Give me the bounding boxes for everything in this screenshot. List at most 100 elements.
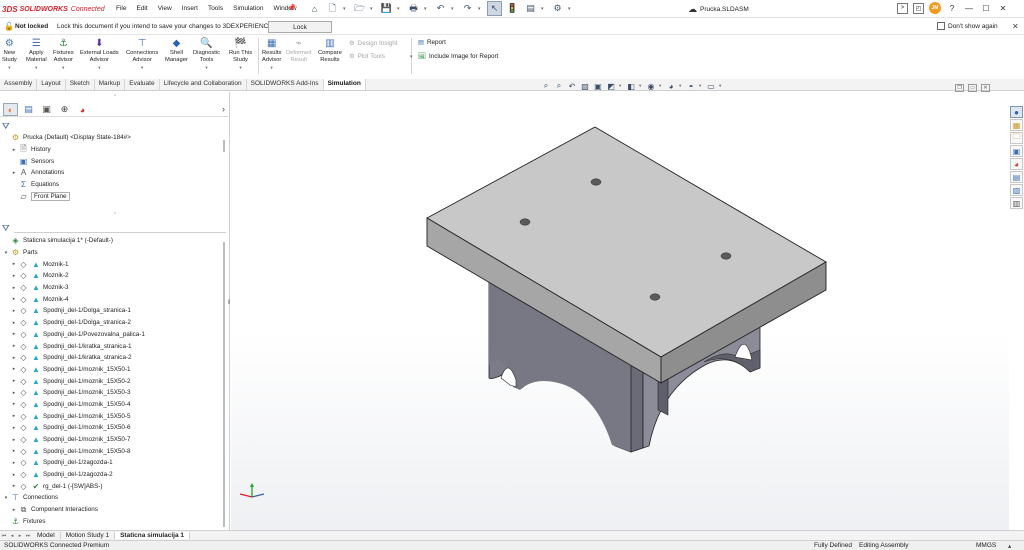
view-orientation-icon[interactable]: ◩ (606, 82, 616, 91)
dropdown-arrow-icon[interactable]: ▾ (205, 64, 207, 71)
dropdown-arrow-icon[interactable]: ▾ (271, 64, 273, 71)
help-icon[interactable]: ? (946, 4, 958, 13)
minimize-icon[interactable]: — (963, 4, 975, 13)
tab-evaluate[interactable]: Evaluate (125, 79, 160, 90)
expand-arrow-icon[interactable]: ▸ (10, 331, 18, 337)
tree-filter-field[interactable] (14, 223, 226, 233)
feature-manager-tab-icon[interactable]: ◐ (3, 103, 18, 116)
viewport-close-icon[interactable]: ✕ (981, 84, 990, 92)
expand-arrow-icon[interactable]: ▸ (10, 425, 18, 431)
tab-markup[interactable]: Markup (95, 79, 126, 90)
design-library-icon[interactable]: ▦ (1010, 119, 1023, 131)
dropdown-arrow-icon[interactable]: ▾ (424, 1, 430, 16)
tab-assembly[interactable]: Assembly (0, 79, 38, 90)
expand-arrow-icon[interactable]: ▸ (10, 285, 18, 291)
dropdown-arrow-icon[interactable]: ▾ (239, 64, 241, 71)
sim-fixtures-folder[interactable]: ⚓ Fixtures (0, 516, 225, 528)
sim-part-item[interactable]: ▸ ◇ ▲ Spodnji_del-1/moznik_15X50-3 (0, 387, 225, 399)
compare-results-button[interactable]: ▥ Compare Results (318, 37, 342, 64)
first-tab-icon[interactable]: ⏮ (0, 533, 8, 539)
dropdown-arrow-icon[interactable]: ▾ (639, 83, 643, 89)
sim-part-item[interactable]: ▸ ◇ ▲ Spodnji_del-1/moznik_15X50-4 (0, 399, 225, 411)
zoom-to-fit-icon[interactable]: ⌕ (541, 81, 551, 91)
design-insight-button[interactable]: ⚙ Design Insight (349, 40, 398, 47)
expand-arrow-icon[interactable]: ▾ (2, 495, 10, 501)
graphics-area[interactable] (231, 92, 1009, 530)
solidworks-logo[interactable]: 3DS SOLIDWORKS Connected (2, 3, 105, 15)
expand-arrow-icon[interactable]: ▸ (10, 261, 18, 267)
previous-view-icon[interactable]: ↶ (567, 82, 577, 91)
assembly-model[interactable] (231, 92, 1009, 530)
dropdown-arrow-icon[interactable]: ▾ (343, 1, 349, 16)
forum-icon[interactable]: ▧ (1010, 184, 1023, 196)
diagnostic-tools-button[interactable]: 🔍 Diagnostic Tools ▾ (193, 37, 220, 71)
dropdown-arrow-icon[interactable]: ▾ (619, 83, 623, 89)
tree-item-front-plane[interactable]: ▱ Front Plane (0, 190, 225, 202)
sim-filter-icon[interactable]: ⛛ (2, 223, 10, 233)
dynamic-annotation-icon[interactable]: ▣ (593, 82, 603, 91)
expand-arrow-icon[interactable]: ▸ (10, 448, 18, 454)
sim-component-interactions[interactable]: ▸ ⧉ Component Interactions (0, 504, 225, 516)
filter-icon[interactable]: ⛛ (2, 121, 10, 131)
sim-study-root[interactable]: ◈ Staticna simulacija 1* (-Default-) (0, 235, 225, 247)
bottom-tab-staticna-simulacija-1[interactable]: Staticna simulacija 1 (115, 532, 191, 539)
expand-arrow-icon[interactable]: ▸ (10, 378, 18, 384)
sim-part-item[interactable]: ▸ ◇ ▲ Moznik-3 (0, 282, 225, 294)
bottom-tab-model[interactable]: Model (32, 532, 61, 539)
print-icon[interactable]: 🖶 (406, 1, 421, 16)
dropdown-arrow-icon[interactable]: ▾ (141, 64, 143, 71)
avatar[interactable]: JM (929, 2, 941, 14)
lock-button[interactable]: Lock (268, 21, 332, 33)
tab-solidworks-add-ins[interactable]: SOLIDWORKS Add-Ins (247, 79, 324, 90)
solidworks-resources-icon[interactable]: ● (1010, 106, 1023, 118)
sim-tree-scrollbar[interactable] (223, 242, 225, 527)
last-tab-icon[interactable]: ⏭ (24, 533, 32, 539)
tree-splitter[interactable]: ⌃ (0, 211, 230, 219)
connections-advisor-button[interactable]: ⊤ Connections Advisor ▾ (126, 37, 158, 71)
sim-part-item[interactable]: ▸ ◇ ▲ Spodnji_del-1/moznik_15X50-1 (0, 364, 225, 376)
expand-panel-icon[interactable]: › (222, 104, 225, 114)
expand-arrow-icon[interactable]: ▸ (10, 170, 18, 176)
sim-part-item[interactable]: ▸ ◇ ▲ Spodnji_del-1/Povezovalna_palica-1 (0, 329, 225, 341)
save-icon[interactable]: 💾 (379, 1, 394, 16)
expand-arrow-icon[interactable]: ▸ (10, 483, 18, 489)
command-prompt-icon[interactable]: > (897, 2, 908, 14)
sim-part-item[interactable]: ▸ ◇ ▲ Spodnji_del-1/moznik_15X50-8 (0, 445, 225, 457)
expand-arrow-icon[interactable]: ▸ (10, 147, 18, 153)
section-view-icon[interactable]: ▧ (580, 82, 590, 91)
sim-part-item[interactable]: ▸ ◇ ▲ Spodnji_del-1/moznik_15X50-7 (0, 434, 225, 446)
tab-simulation[interactable]: Simulation (323, 79, 366, 90)
dropdown-arrow-icon[interactable]: ▾ (719, 83, 723, 89)
shell-manager-button[interactable]: ◆ Shell Manager (165, 37, 188, 64)
dropdown-arrow-icon[interactable]: ▾ (451, 1, 457, 16)
sim-part-item[interactable]: ▸ ◇ ▲ Spodnji_del-1/zagozda-2 (0, 469, 225, 481)
expand-arrow-icon[interactable]: ▸ (10, 308, 18, 314)
tree-item-history[interactable]: ▸ 🗎 History (0, 144, 225, 156)
hide-show-icon[interactable]: ◉ (646, 82, 656, 91)
custom-properties-icon[interactable]: ▤ (1010, 171, 1023, 183)
home-icon[interactable]: ⌂ (307, 1, 322, 16)
prev-tab-icon[interactable]: ◂ (8, 533, 16, 539)
sim-part-item[interactable]: ▸ ◇ ▲ Moznik-4 (0, 293, 225, 305)
dropdown-arrow-icon[interactable]: ▾ (541, 1, 547, 16)
simulation-advisor-icon[interactable]: ▥ (1010, 197, 1023, 209)
property-manager-tab-icon[interactable]: ▤ (21, 103, 36, 116)
run-this-study-button[interactable]: 🏁 Run This Study ▾ (229, 37, 252, 71)
dont-show-again[interactable]: Don't show again (937, 22, 998, 30)
file-explorer-icon[interactable]: 🗀 (1010, 132, 1023, 144)
display-manager-tab-icon[interactable]: ◕ (75, 103, 90, 116)
expand-arrow-icon[interactable]: ▾ (2, 250, 10, 256)
sim-part-item[interactable]: ▸ ◇ ▲ Spodnji_del-1/moznik_15X50-6 (0, 422, 225, 434)
sim-parts-folder[interactable]: ▾ ⚙ Parts (0, 247, 225, 259)
display-style-icon[interactable]: ◧ (626, 82, 636, 91)
edit-appearance-icon[interactable]: ◕ (666, 82, 676, 91)
dropdown-arrow-icon[interactable]: ▾ (370, 1, 376, 16)
menu-item-edit[interactable]: Edit (131, 4, 152, 13)
report-button[interactable]: ▤ Report (418, 39, 446, 46)
feature-tree-scrollbar[interactable] (223, 140, 225, 152)
close-notice-icon[interactable]: ✕ (1012, 22, 1019, 31)
rebuild-icon[interactable]: 🚦 (505, 1, 520, 16)
tree-item-equations[interactable]: Σ Equations (0, 179, 225, 191)
expand-arrow-icon[interactable]: ▸ (10, 413, 18, 419)
dropdown-arrow-icon[interactable]: ▾ (568, 1, 574, 16)
